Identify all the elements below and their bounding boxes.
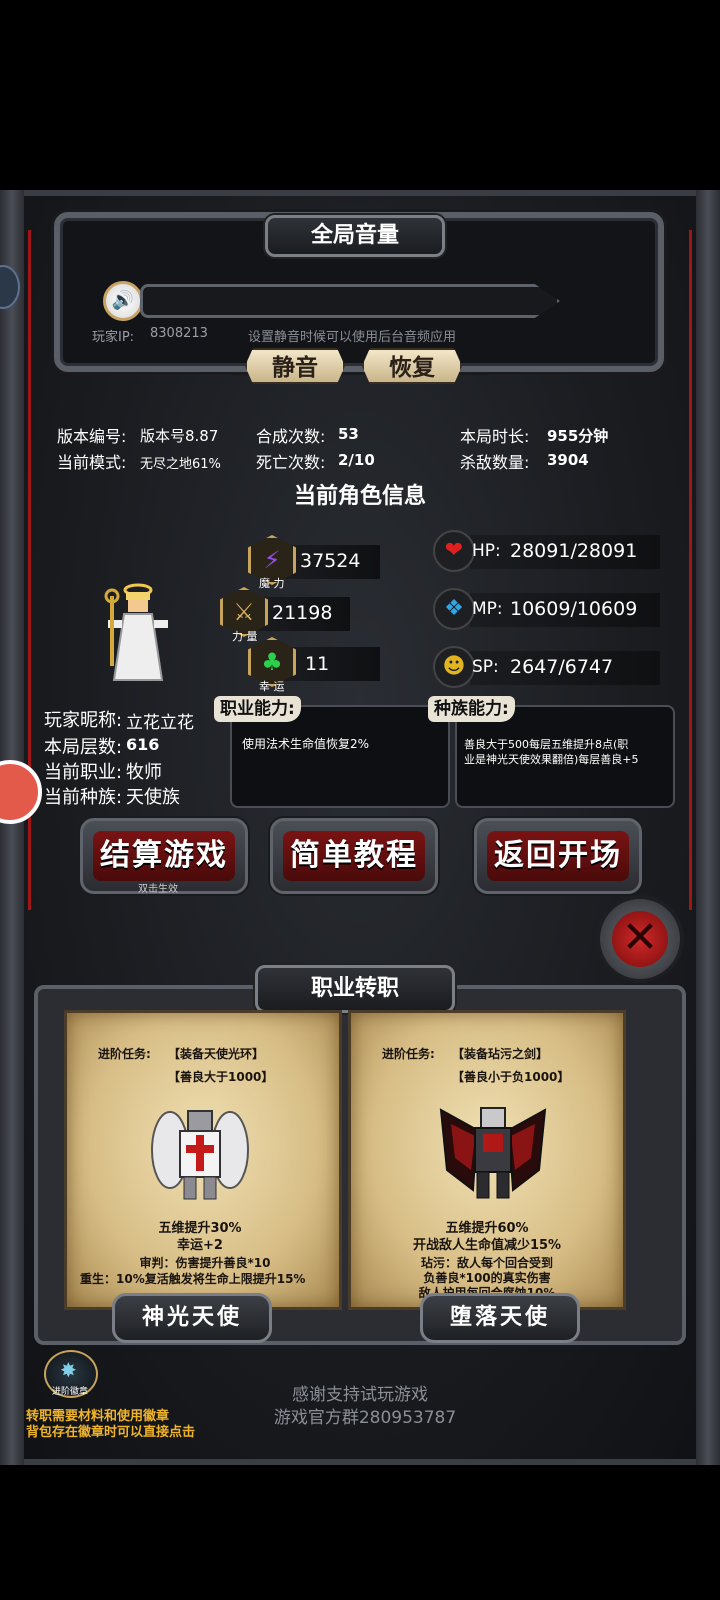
floor-label: 本局层数: — [44, 737, 123, 758]
restore-button[interactable]: 恢复 — [362, 348, 462, 384]
tutorial-button[interactable]: 简单教程 — [270, 818, 438, 894]
job-label: 当前职业: — [44, 762, 123, 783]
nickname-value: 立花立花 — [126, 713, 194, 733]
volume-slider[interactable] — [140, 284, 560, 318]
back-to-start-button[interactable]: 返回开场 — [474, 818, 642, 894]
magic-label: 魔 力 — [259, 577, 285, 590]
race-ability-text-1: 善良大于500每层五维提升8点(职 — [464, 738, 629, 751]
frame-left — [0, 190, 24, 1465]
red-trim-right — [689, 230, 692, 910]
mana-icon: ❖ — [433, 588, 475, 630]
merge-value: 53 — [338, 425, 359, 443]
settle-game-label: 结算游戏 — [93, 831, 235, 881]
close-button[interactable]: ✕ — [596, 895, 684, 983]
mute-button[interactable]: 静音 — [245, 348, 345, 384]
character-avatar — [100, 580, 176, 684]
player-ip-label: 玩家IP: — [92, 330, 135, 345]
race-value: 天使族 — [126, 787, 180, 808]
right-task-label: 进阶任务: — [382, 1047, 435, 1061]
volume-hint: 设置静音时候可以使用后台音频应用 — [248, 330, 457, 345]
mode-label: 当前模式: — [57, 453, 127, 472]
death-value: 2/10 — [338, 451, 375, 469]
frame-right — [696, 190, 720, 1465]
mp-value: 10609/10609 — [510, 598, 638, 620]
race-ability-text-2: 业是神光天使效果翻倍)每层善良+5 — [464, 753, 639, 766]
race-ability-tag: 种族能力: — [428, 696, 515, 722]
strength-label: 力 量 — [232, 630, 258, 643]
fallen-angel-sprite — [437, 1100, 549, 1204]
magic-value: 37524 — [300, 550, 361, 572]
left-task-2: 【善良大于1000】 — [168, 1070, 274, 1084]
hp-value: 28091/28091 — [510, 540, 638, 562]
duration-label: 本局时长: — [460, 427, 530, 446]
luck-label: 幸 运 — [259, 680, 285, 693]
thanks-text: 感谢支持试玩游戏 — [292, 1385, 428, 1405]
tutorial-label: 简单教程 — [283, 831, 425, 881]
back-to-start-label: 返回开场 — [487, 831, 629, 881]
settle-hint: 双击生效 — [138, 884, 178, 895]
job-ability-tag: 职业能力: — [214, 696, 301, 722]
version-label: 版本编号: — [57, 427, 127, 446]
left-task-1: 【装备天使光环】 — [168, 1047, 265, 1061]
job-value: 牧师 — [126, 762, 162, 783]
fallen-angel-button[interactable]: 堕落天使 — [420, 1293, 580, 1343]
official-group-text: 游戏官方群280953787 — [273, 1408, 457, 1428]
hp-label: HP: — [472, 541, 501, 561]
badge-icon: ✸ — [60, 1358, 77, 1382]
job-change-title: 职业转职 — [255, 965, 455, 1013]
duration-value: 955分钟 — [547, 427, 609, 445]
holy-angel-button[interactable]: 神光天使 — [112, 1293, 272, 1343]
strength-value: 21198 — [272, 602, 333, 624]
character-title: 当前角色信息 — [293, 484, 426, 509]
sp-label: SP: — [472, 657, 499, 677]
left-bonus-2: 幸运+2 — [177, 1238, 223, 1253]
close-icon: ✕ — [612, 911, 668, 967]
player-ip-value: 8308213 — [150, 326, 208, 341]
stamina-icon: ☻ — [433, 646, 475, 688]
kills-value: 3904 — [547, 451, 589, 469]
kills-label: 杀敌数量: — [460, 453, 530, 472]
holy-angel-sprite — [150, 1105, 250, 1205]
right-task-2: 【善良小于负1000】 — [452, 1070, 570, 1084]
merge-label: 合成次数: — [256, 427, 326, 446]
right-task-1: 【装备玷污之剑】 — [452, 1047, 549, 1061]
mp-label: MP: — [472, 599, 503, 619]
volume-title: 全局音量 — [265, 215, 445, 257]
left-bonus-4: 重生：10%复活触发将生命上限提升15% — [80, 1272, 306, 1286]
luck-value: 11 — [305, 653, 330, 675]
version-value: 版本号8.87 — [140, 427, 219, 445]
speaker-icon[interactable]: 🔊 — [103, 281, 143, 321]
left-task-label: 进阶任务: — [98, 1047, 151, 1061]
right-bonus-2: 开战敌人生命值减少15% — [412, 1238, 562, 1253]
death-label: 死亡次数: — [256, 453, 326, 472]
nickname-label: 玩家昵称: — [44, 710, 123, 731]
floor-value: 616 — [126, 735, 160, 754]
heart-icon: ❤ — [433, 530, 475, 572]
sp-value: 2647/6747 — [510, 656, 614, 678]
race-label: 当前种族: — [44, 787, 123, 808]
job-ability-text: 使用法术生命值恢复2% — [242, 737, 370, 751]
mode-value: 无尽之地61% — [140, 457, 221, 472]
